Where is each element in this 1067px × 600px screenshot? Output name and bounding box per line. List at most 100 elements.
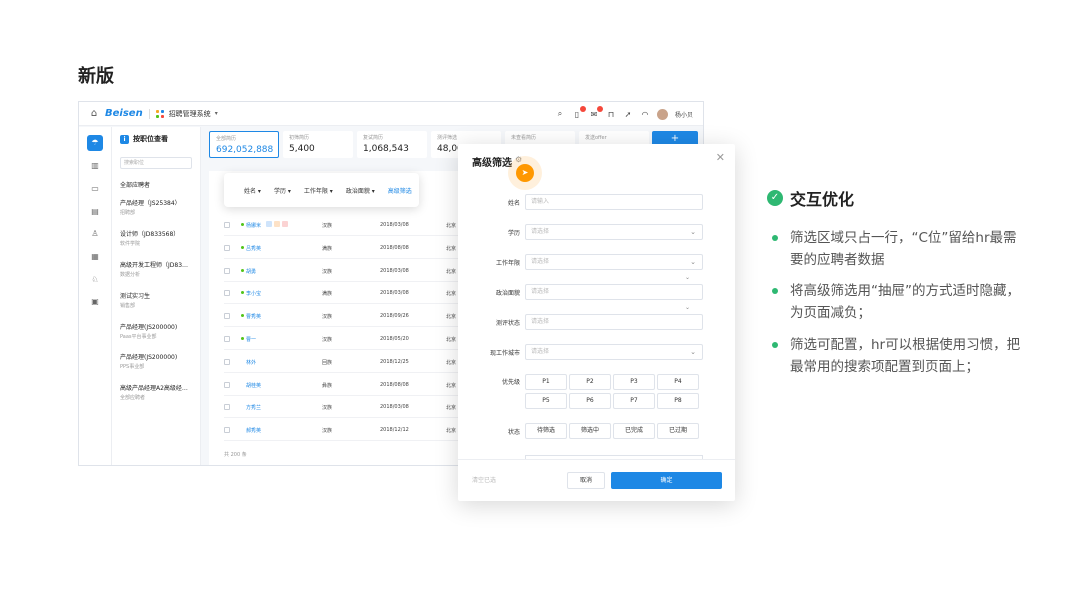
job-item[interactable]: 高级开发工程师（JD83… 数据分析 — [120, 260, 198, 278]
job-item[interactable]: 高级产品经理A2高级经… 全部应聘者 — [120, 383, 198, 401]
nav-user-icon[interactable]: ♙ — [87, 227, 103, 241]
priority-option[interactable]: P8 — [657, 393, 699, 409]
row-checkbox[interactable] — [224, 404, 230, 411]
candidate-name[interactable]: 曹秀英 — [246, 313, 261, 320]
select-placeholder: 请选择 — [531, 348, 550, 355]
status-option[interactable]: 筛选中 — [569, 423, 611, 439]
status-option[interactable]: 待筛选 — [525, 423, 567, 439]
priority-option[interactable]: P2 — [569, 374, 611, 390]
filter-years[interactable]: 工作年限 ▾ — [304, 186, 333, 195]
candidate-name[interactable]: 方秀兰 — [246, 404, 261, 411]
row-checkbox[interactable] — [224, 290, 230, 297]
nav-monitor-icon[interactable]: ▭ — [87, 182, 103, 196]
row-checkbox[interactable] — [224, 427, 230, 434]
candidate-city: 北京 — [446, 291, 457, 298]
priority-option[interactable]: P1 — [525, 374, 567, 390]
priority-option[interactable]: P6 — [569, 393, 611, 409]
candidate-name[interactable]: 李小宝 — [246, 290, 261, 297]
candidate-name[interactable]: 曹一 — [246, 336, 256, 343]
stat-card[interactable]: 初筛简历 5,400 — [283, 131, 353, 158]
status-dot — [241, 223, 244, 226]
candidate-name[interactable]: 郝秀英 — [246, 427, 261, 434]
row-checkbox[interactable] — [224, 244, 230, 251]
stat-label: 发送offer — [585, 135, 607, 141]
job-item[interactable]: 产品经理(JS200000) Paas平台事业部 — [120, 322, 198, 340]
eval-select[interactable]: 请选择 — [525, 314, 703, 330]
nav-doc-icon[interactable]: ▦ — [87, 250, 103, 264]
close-icon[interactable]: ✕ — [716, 151, 725, 164]
confirm-button[interactable]: 确定 — [611, 472, 722, 489]
candidate-name[interactable]: 胡桂英 — [246, 382, 261, 389]
avatar[interactable] — [656, 108, 668, 120]
years-select[interactable]: 请选择 ⌄ — [525, 254, 703, 270]
stat-card[interactable]: 复试简历 1,068,543 — [357, 131, 427, 158]
nav-recruit-icon[interactable]: ☂ — [87, 135, 103, 151]
mail-icon[interactable]: ✉ — [589, 105, 603, 119]
system-name[interactable]: 招聘管理系统 — [169, 109, 211, 119]
headset-icon[interactable]: ◠ — [640, 110, 650, 119]
status-dot — [241, 245, 244, 249]
name-input[interactable]: 请输入 — [525, 194, 703, 210]
job-dept: Paas平台事业部 — [120, 334, 157, 340]
candidate-city: 北京 — [446, 314, 457, 321]
nav-person-search-icon[interactable]: ♘ — [87, 273, 103, 287]
brand-logo[interactable]: Beisen — [105, 108, 143, 119]
job-search-input[interactable]: 搜索职位 — [120, 157, 192, 169]
candidate-city: 北京 — [446, 382, 457, 389]
edu-select[interactable]: 请选择 ⌄ — [525, 224, 703, 240]
status-option[interactable]: 已过期 — [657, 423, 699, 439]
home-icon[interactable]: ⌂ — [87, 108, 101, 119]
chevron-down-icon[interactable]: ▾ — [215, 110, 218, 117]
chevron-down-icon: ⌄ — [685, 304, 691, 311]
city-select[interactable]: 请选择 ⌄ — [525, 344, 703, 360]
advanced-filter-button[interactable]: 高级筛选 — [388, 186, 412, 195]
stat-label: 全部简历 — [216, 136, 237, 142]
drawer-title: 高级筛选 — [472, 158, 512, 169]
tag-icon — [266, 221, 272, 227]
filter-politics[interactable]: 政治面貌 ▾ — [346, 186, 375, 195]
candidate-name[interactable]: 胡勇 — [246, 268, 256, 275]
candidate-name[interactable]: 杨娜米 — [246, 222, 261, 229]
job-item[interactable]: 产品经理(JS200000) PPS事业部 — [120, 352, 198, 370]
nav-chart-icon[interactable]: ▥ — [87, 159, 103, 173]
candidate-date: 2018/05/20 — [380, 336, 409, 342]
filter-edu[interactable]: 学历 ▾ — [274, 186, 291, 195]
row-checkbox[interactable] — [224, 267, 230, 274]
job-item[interactable]: 测试实习生 销售部 — [120, 291, 198, 309]
candidate-city: 北京 — [446, 268, 457, 275]
job-item[interactable]: 设计师（JD833568） 软件学院 — [120, 229, 198, 247]
cancel-button[interactable]: 取消 — [567, 472, 605, 489]
candidate-city: 北京 — [446, 405, 457, 412]
candidate-name[interactable]: 林外 — [246, 359, 256, 366]
politics-select[interactable]: 请选择 — [525, 284, 703, 300]
nav-screen-icon[interactable]: ▣ — [87, 295, 103, 309]
username[interactable]: 杨小贝 — [675, 110, 693, 119]
status-option[interactable]: 已完成 — [613, 423, 655, 439]
all-candidates-item[interactable]: 全部应聘者 — [120, 180, 150, 189]
stat-card[interactable]: 全部简历 692,052,888 — [209, 131, 279, 158]
row-checkbox[interactable] — [224, 313, 230, 320]
row-checkbox[interactable] — [224, 381, 230, 388]
candidate-city: 北京 — [446, 245, 457, 252]
field-label: 测评状态 — [495, 320, 520, 327]
clear-selection-button[interactable]: 清空已选 — [472, 475, 496, 484]
rocket-icon[interactable]: ➚ — [623, 110, 633, 119]
top-actions: ⌕ ▯ ✉ ⊓ ➚ ◠ 杨小贝 — [555, 102, 693, 126]
job-item[interactable]: 产品经理（JS25384） 招聘部 — [120, 198, 198, 216]
apps-grid-icon[interactable] — [155, 109, 164, 118]
filter-name[interactable]: 姓名 ▾ — [244, 186, 261, 195]
stat-label: 测评筛选 — [437, 135, 458, 141]
row-checkbox[interactable] — [224, 336, 230, 342]
priority-option[interactable]: P4 — [657, 374, 699, 390]
priority-option[interactable]: P3 — [613, 374, 655, 390]
lock-icon[interactable]: ⊓ — [606, 110, 616, 119]
row-checkbox[interactable] — [224, 358, 230, 365]
priority-option[interactable]: P5 — [525, 393, 567, 409]
candidate-name[interactable]: 吕秀英 — [246, 245, 261, 252]
nav-calendar-icon[interactable]: ▤ — [87, 205, 103, 219]
row-checkbox[interactable] — [224, 222, 230, 228]
priority-option[interactable]: P7 — [613, 393, 655, 409]
field-label: 工作年限 — [495, 260, 520, 267]
notice-icon[interactable]: ▯ — [572, 105, 586, 119]
search-icon[interactable]: ⌕ — [555, 109, 565, 119]
